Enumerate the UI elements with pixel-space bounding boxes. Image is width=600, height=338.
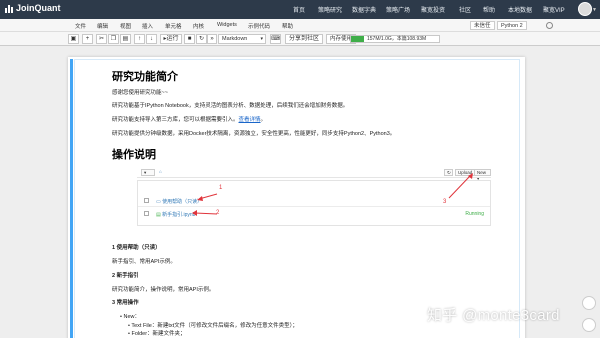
run-button[interactable]: ▸运行 <box>160 34 182 44</box>
menu-edit[interactable]: 编辑 <box>97 22 108 30</box>
cell-type-select[interactable]: Markdown ▾ <box>218 34 266 44</box>
trusted-indicator[interactable]: 未信任 <box>470 21 495 30</box>
move-up-icon[interactable]: ↑ <box>134 34 145 44</box>
paragraph-2-suffix: 。 <box>260 117 267 123</box>
stop-icon[interactable]: ■ <box>184 34 195 44</box>
brand-logo[interactable]: JoinQuant <box>5 3 61 13</box>
view-details-link[interactable]: 查看详情 <box>239 117 261 123</box>
nav-community[interactable]: 社区 <box>459 5 471 14</box>
arrow-3-head <box>468 173 473 179</box>
embedded-screenshot: ▾ ⌂ ↻ Upload New ▾ ▭ 使用帮助（只读） ▤ 新手指引.ipy… <box>137 166 491 228</box>
logo-icon <box>5 4 13 13</box>
nav-vip[interactable]: 聚宽VIP <box>543 5 565 14</box>
menu-insert[interactable]: 插入 <box>142 22 153 30</box>
selected-cell-indicator <box>70 59 73 338</box>
bullet-new-text: New： <box>123 314 140 320</box>
bullet-folder: • Folder：新建文件夹； <box>128 331 186 337</box>
menu-widgets[interactable]: Widgets <box>217 22 237 28</box>
nav-strategy-research[interactable]: 策略研究 <box>318 5 342 14</box>
brand-name: JoinQuant <box>16 3 61 13</box>
cell-type-value: Markdown <box>222 36 248 42</box>
keyboard-icon[interactable]: ⌨ <box>270 34 281 44</box>
annotation-number-3: 3 <box>443 199 447 205</box>
watermark: 知乎 @monte3card <box>427 307 560 324</box>
paragraph-1: 研究功能基于IPython Notebook，支持灵活的图表分析、数据处理，后续… <box>112 103 349 109</box>
arrow-2-head <box>192 210 197 216</box>
menu-view[interactable]: 视图 <box>120 22 131 30</box>
section-1-title: 1 使用帮助（只读） <box>112 245 161 251</box>
section-1-desc: 新手指引、常用API示例。 <box>112 259 176 265</box>
chevron-down-icon[interactable]: ▼ <box>592 7 597 13</box>
top-nav: JoinQuant 首页 策略研究 数据字典 策略广场 聚宽投资 社区 帮助 本… <box>0 0 600 19</box>
nav-joinquant-invest[interactable]: 聚宽投资 <box>421 5 445 14</box>
paragraph-3: 研究功能提供分钟级数据，采用Docker技术隔离，资源独立，安全性更高，性能更好… <box>112 131 396 137</box>
section-2-title: 2 新手指引 <box>112 273 139 279</box>
run-label: 运行 <box>166 36 179 42</box>
heading-guide: 操作说明 <box>112 149 156 161</box>
cut-icon[interactable]: ✂ <box>96 34 107 44</box>
menu-cell[interactable]: 单元格 <box>165 22 182 30</box>
arrow-1-head <box>197 196 203 201</box>
kernel-indicator[interactable]: Python 2 <box>497 21 527 30</box>
nav-home[interactable]: 首页 <box>293 5 305 14</box>
fast-forward-icon[interactable]: » <box>207 34 217 44</box>
annotation-number-2: 2 <box>216 210 220 216</box>
chevron-down-icon: ▾ <box>260 36 263 42</box>
nav-local-data[interactable]: 本地数据 <box>508 5 532 14</box>
restart-icon[interactable]: ↻ <box>196 34 207 44</box>
annotation-number-1: 1 <box>219 185 223 191</box>
heading-intro: 研究功能简介 <box>112 71 178 83</box>
annotation-arrows <box>192 173 473 216</box>
menu-sample-code[interactable]: 示例代码 <box>248 22 270 30</box>
paste-icon[interactable]: ▤ <box>120 34 131 44</box>
menu-file[interactable]: 文件 <box>75 22 86 30</box>
arrow-2 <box>194 212 218 215</box>
add-cell-icon[interactable]: + <box>82 34 93 44</box>
notebook-toolbar: ▣ + ✂ ❐ ▤ ↑ ↓ ▸运行 ■ ↻ » Markdown ▾ ⌨ 分享到社… <box>0 32 600 46</box>
copy-icon[interactable]: ❐ <box>108 34 119 44</box>
memory-usage-text: 157M/1.0G，本篇108.93M <box>367 36 427 42</box>
kernel-status-icon <box>546 22 553 29</box>
scroll-top-button[interactable] <box>582 296 596 310</box>
save-icon[interactable]: ▣ <box>68 34 79 44</box>
bullet-new: • New： <box>120 314 140 320</box>
menu-kernel[interactable]: 内核 <box>193 22 204 30</box>
welcome-text: 感谢您使用研究功能~~ <box>112 90 168 96</box>
nav-help[interactable]: 帮助 <box>483 5 495 14</box>
share-to-community-button[interactable]: 分享到社区 <box>285 34 323 44</box>
bullet-text-file: • Text File：新建txt文件（可修改文件后缀名，修改为任意文件类型）； <box>128 323 298 329</box>
help-button[interactable] <box>582 318 596 332</box>
notebook-menubar: 文件 编辑 视图 插入 单元格 内核 Widgets 示例代码 帮助 未信任 P… <box>0 19 600 32</box>
paragraph-2-text: 研究功能支持导入第三方库，您可以根据需要引入。 <box>112 117 239 123</box>
memory-usage-fill <box>351 36 365 42</box>
paragraph-2: 研究功能支持导入第三方库，您可以根据需要引入。查看详情。 <box>112 115 266 123</box>
section-3-title: 3 常用操作 <box>112 300 139 306</box>
section-2-desc: 研究功能简介，操作说明，常用API示例。 <box>112 287 215 293</box>
menu-help[interactable]: 帮助 <box>282 22 293 30</box>
nav-strategy-square[interactable]: 策略广场 <box>386 5 410 14</box>
memory-usage-bar: 157M/1.0G，本篇108.93M <box>350 35 440 43</box>
avatar[interactable] <box>578 2 592 16</box>
nav-data-dictionary[interactable]: 数据字典 <box>352 5 376 14</box>
move-down-icon[interactable]: ↓ <box>146 34 157 44</box>
bullet-folder-text: Folder：新建文件夹； <box>131 331 186 337</box>
arrow-3 <box>448 175 471 199</box>
